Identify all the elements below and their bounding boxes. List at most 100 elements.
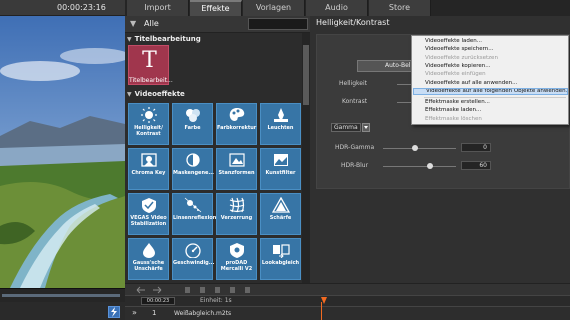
lens-flare-icon bbox=[184, 197, 202, 213]
effect-tile-label: Chroma Key bbox=[131, 170, 166, 176]
section-titles[interactable]: ▼ Titelbearbeitung bbox=[127, 35, 201, 45]
preview-progress-bar[interactable] bbox=[2, 294, 120, 297]
hdr-gamma-label: HDR-Gamma bbox=[335, 144, 375, 151]
menu-separator bbox=[424, 97, 566, 99]
effect-tile[interactable]: Geschwindig... bbox=[172, 238, 215, 280]
menu-item[interactable]: Effektmaske erstellen... bbox=[413, 99, 568, 106]
effect-tile-label: proDAD Mercalli V2 bbox=[220, 260, 253, 272]
scroll-thumb[interactable] bbox=[303, 45, 309, 105]
timeline-track: » 1 Weißabgleich.m2ts bbox=[125, 306, 570, 320]
lightning-icon[interactable] bbox=[108, 306, 120, 318]
playhead-line bbox=[321, 302, 322, 320]
tab-import[interactable]: Import bbox=[127, 0, 189, 16]
timecode-display: 00:00:23:16 bbox=[57, 3, 106, 12]
effect-tile[interactable]: Gauss'sche Unschärfe bbox=[128, 238, 169, 280]
hdr-blur-value[interactable]: 60 bbox=[461, 161, 491, 170]
effect-tile[interactable]: Chroma Key bbox=[128, 148, 169, 190]
effect-tile-label: Kunstfilter bbox=[265, 170, 296, 176]
sharpness-icon bbox=[271, 196, 291, 213]
menu-item: Effektmaske löschen bbox=[425, 115, 482, 122]
chroma-key-icon bbox=[140, 152, 158, 168]
effect-tile[interactable]: Schärfe bbox=[260, 193, 301, 235]
preview-header: 00:00:23:16 bbox=[0, 0, 125, 16]
hdr-gamma-knob[interactable] bbox=[412, 145, 418, 151]
menu-item[interactable]: Videoeffekte speichern... bbox=[413, 46, 568, 53]
distortion-icon bbox=[228, 197, 246, 213]
timeline-time-field[interactable]: 00:00:23 bbox=[141, 297, 175, 305]
collapse-icon: ▼ bbox=[127, 36, 132, 43]
effect-tile-label: Linsenreflexion bbox=[173, 215, 217, 221]
effect-tile[interactable]: Verzerrung bbox=[216, 193, 257, 235]
effect-tile[interactable]: Kunstfilter bbox=[260, 148, 301, 190]
effect-tile[interactable]: Lookabgleich bbox=[260, 238, 301, 280]
effects-context-menu: Videoeffekte laden... Videoeffekte speich… bbox=[411, 35, 569, 125]
filter-dropdown[interactable]: Alle bbox=[144, 19, 159, 28]
look-match-icon bbox=[272, 242, 290, 259]
hdr-blur-slider[interactable] bbox=[383, 166, 456, 167]
effects-panel: ▼ Titelbearbeitung T Titelbearbeit... ▼ Vi… bbox=[125, 33, 310, 283]
tab-effekte[interactable]: Effekte bbox=[190, 0, 242, 16]
effects-scrollbar[interactable] bbox=[302, 33, 310, 283]
tab-store[interactable]: Store bbox=[369, 0, 431, 16]
hdr-gamma-slider[interactable] bbox=[383, 148, 456, 149]
tab-vorlagen[interactable]: Vorlagen bbox=[243, 0, 305, 16]
chevron-down-icon[interactable]: ▼ bbox=[130, 19, 136, 28]
blur-icon bbox=[140, 242, 158, 258]
effect-tile[interactable]: proDAD Mercalli V2 bbox=[216, 238, 257, 280]
hdr-blur-label: HDR-Blur bbox=[341, 162, 369, 169]
menu-item[interactable]: Videoeffekte auf alle folgenden Objekte … bbox=[413, 87, 568, 95]
hdr-gamma-value[interactable]: 0 bbox=[461, 143, 491, 152]
effect-tile-label: Verzerrung bbox=[220, 215, 253, 221]
preview-progress-area bbox=[0, 288, 125, 302]
title-tile-label: Titelbearbeit... bbox=[129, 77, 173, 84]
timeline-unit-label: Einheit: 1s bbox=[200, 297, 232, 304]
search-input[interactable] bbox=[248, 18, 308, 30]
effect-tile[interactable]: Leuchten bbox=[260, 103, 301, 145]
effects-filter-bar: ▼ Alle bbox=[125, 16, 310, 33]
menu-item[interactable]: Videoeffekte auf alle anwenden... bbox=[413, 80, 568, 87]
effect-tile-label: Geschwindig... bbox=[173, 260, 215, 266]
track-controls-left bbox=[0, 302, 125, 320]
effect-tile-label: Schärfe bbox=[269, 215, 292, 221]
menu-item[interactable]: Videoeffekte kopieren... bbox=[413, 63, 568, 70]
chevron-down-icon[interactable] bbox=[362, 123, 370, 132]
section-video-effects[interactable]: ▼ Videoeffekte bbox=[127, 90, 185, 100]
stabilization-icon bbox=[140, 197, 158, 213]
menu-item: Videoeffekte einfügen bbox=[425, 71, 486, 78]
effect-tile[interactable]: Farbkorrektur bbox=[216, 103, 257, 145]
effect-tile[interactable]: VEGAS Video Stabilization bbox=[128, 193, 169, 235]
mercalli-icon bbox=[228, 242, 246, 258]
track-clip-name[interactable]: Weißabgleich.m2ts bbox=[174, 310, 231, 317]
tab-audio[interactable]: Audio bbox=[306, 0, 368, 16]
properties-title: Helligkeit/Kontrast bbox=[316, 18, 390, 27]
effect-tile-label: Maskengene... bbox=[173, 170, 215, 176]
glow-icon bbox=[272, 107, 290, 123]
contrast-label: Kontrast bbox=[342, 98, 368, 105]
menu-item[interactable]: Videoeffekte laden... bbox=[413, 38, 568, 45]
brightness-label: Helligkeit bbox=[339, 80, 367, 87]
effect-tile[interactable]: Maskengene... bbox=[172, 148, 215, 190]
timeline-toolbar bbox=[125, 283, 570, 295]
effect-tile[interactable]: Stanzformen bbox=[216, 148, 257, 190]
title-glyph: T bbox=[142, 48, 157, 73]
track-number: 1 bbox=[152, 309, 157, 317]
chevron-down-icon[interactable]: » bbox=[132, 308, 137, 317]
effect-tile-label: Stanzformen bbox=[218, 170, 255, 176]
video-preview[interactable] bbox=[0, 16, 125, 288]
auto-exposure-button[interactable]: Auto-Belich bbox=[357, 60, 417, 72]
brightness-icon bbox=[140, 107, 158, 123]
timeline-ruler[interactable]: 00:00:23 Einheit: 1s bbox=[125, 295, 570, 306]
shapes-icon bbox=[228, 152, 246, 168]
gamma-select[interactable]: Gamma bbox=[331, 123, 361, 132]
color-icon bbox=[184, 107, 202, 123]
effect-tile[interactable]: Linsenreflexion bbox=[172, 193, 217, 235]
title-tile[interactable]: T Titelbearbeit... bbox=[128, 45, 173, 85]
speed-icon bbox=[184, 242, 202, 259]
effect-tile[interactable]: Farbe bbox=[172, 103, 213, 145]
effect-tile-label: Helligkeit/ Kontrast bbox=[134, 125, 163, 137]
hdr-blur-knob[interactable] bbox=[427, 163, 433, 169]
palette-icon bbox=[228, 107, 246, 123]
effect-tile-label: VEGAS Video Stabilization bbox=[130, 215, 167, 227]
effect-tile[interactable]: Helligkeit/ Kontrast bbox=[128, 103, 169, 145]
menu-item[interactable]: Effektmaske laden... bbox=[413, 107, 568, 114]
